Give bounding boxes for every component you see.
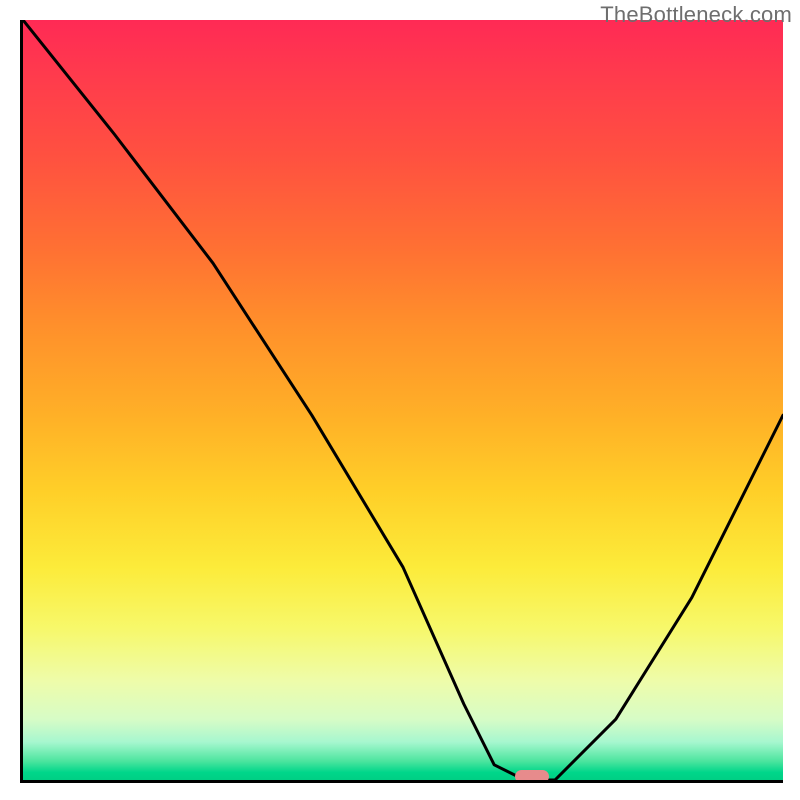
bottleneck-chart: TheBottleneck.com [0, 0, 800, 800]
plot-area [20, 20, 783, 783]
curve-svg [23, 20, 783, 780]
bottleneck-curve-path [23, 20, 783, 780]
watermark-text: TheBottleneck.com [600, 2, 792, 28]
optimal-marker [515, 770, 549, 783]
